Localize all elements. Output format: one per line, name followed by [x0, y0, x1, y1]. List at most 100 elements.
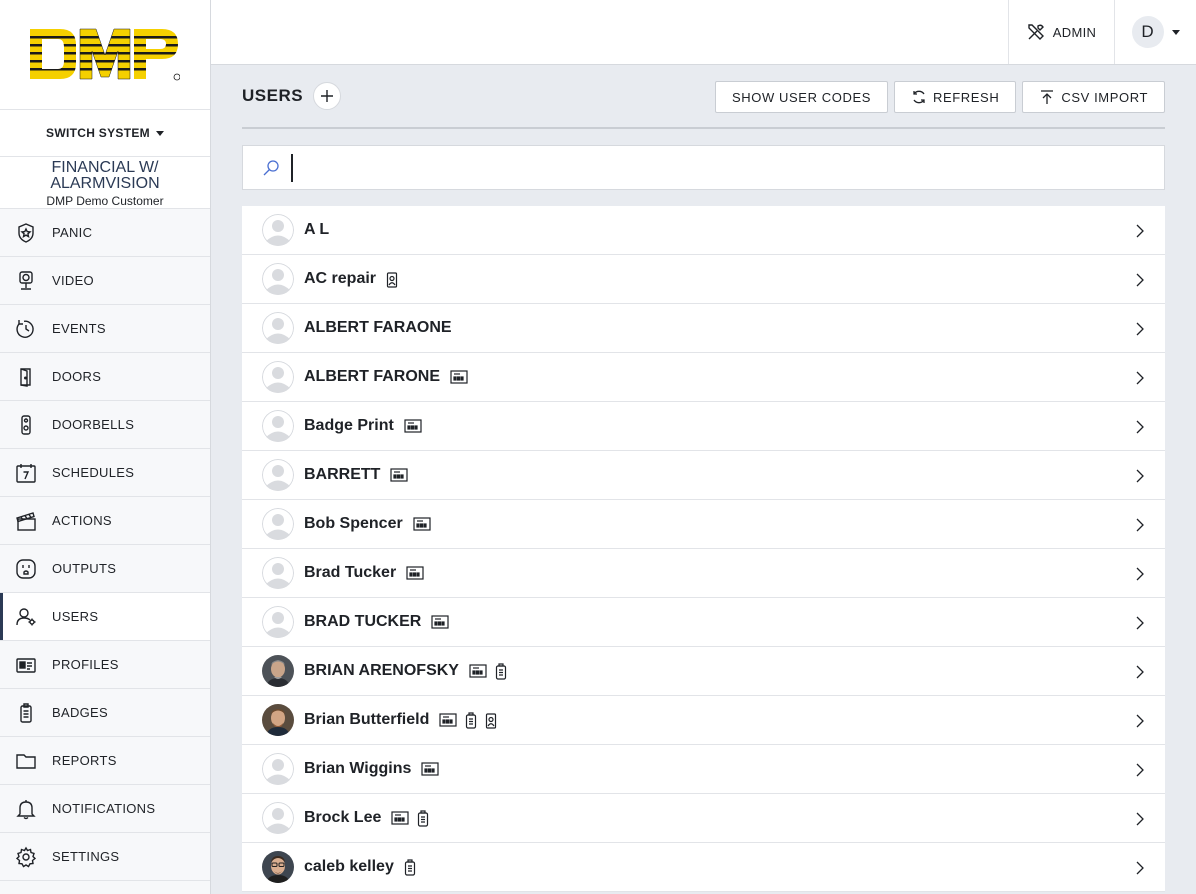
user-row[interactable]: Brock Lee: [242, 794, 1165, 843]
credential-icons: [404, 858, 416, 876]
search-input[interactable]: [291, 153, 1164, 182]
user-list: A L AC repair ALBERT FARAONE ALBERT FARONE B…: [242, 206, 1165, 892]
user-row[interactable]: ALBERT FARONE: [242, 353, 1165, 402]
calendar-icon: [14, 461, 38, 485]
caret-down-icon: [1171, 29, 1180, 35]
user-name: caleb kelley: [304, 858, 394, 875]
avatar-placeholder-icon: [262, 410, 294, 442]
users-icon: [14, 605, 38, 629]
fob-icon: [465, 711, 477, 729]
chevron-right-icon: [1135, 860, 1145, 881]
show-user-codes-button[interactable]: SHOW USER CODES: [714, 81, 888, 113]
credential-icons: [413, 517, 431, 531]
sidebar-item-video[interactable]: VIDEO: [0, 257, 210, 305]
user-row[interactable]: caleb kelley: [242, 843, 1165, 892]
fob-icon: [495, 662, 507, 680]
sidebar-item-outputs[interactable]: OUTPUTS: [0, 545, 210, 593]
csv-import-button[interactable]: CSV IMPORT: [1022, 81, 1165, 113]
plus-icon: [321, 90, 334, 102]
credential-icons: [406, 566, 424, 580]
chevron-right-icon: [1135, 615, 1145, 636]
refresh-icon: [913, 90, 925, 104]
card-icon: [413, 517, 431, 531]
user-row[interactable]: BRAD TUCKER: [242, 598, 1165, 647]
credential-icons: [404, 419, 422, 433]
sidebar-item-badges[interactable]: BADGES: [0, 689, 210, 737]
chevron-right-icon: [1135, 517, 1145, 538]
user-name: A L: [304, 221, 330, 238]
card-icon: [439, 713, 457, 727]
chevron-right-icon: [1135, 468, 1145, 489]
sidebar-item-actions[interactable]: ACTIONS: [0, 497, 210, 545]
door-icon: [14, 365, 38, 389]
sidebar-item-label: USERS: [52, 609, 99, 624]
user-name: AC repair: [304, 270, 377, 287]
id-badge-icon: [485, 712, 497, 729]
avatar-placeholder-icon: [262, 606, 294, 638]
add-user-button[interactable]: [313, 82, 342, 110]
user-row[interactable]: Badge Print: [242, 402, 1165, 451]
refresh-button[interactable]: REFRESH: [894, 81, 1017, 113]
chevron-right-icon: [1135, 370, 1145, 391]
user-menu[interactable]: D: [1114, 0, 1196, 64]
chevron-right-icon: [1135, 223, 1145, 244]
dmp-logo: [30, 28, 180, 81]
switch-system-button[interactable]: SWITCH SYSTEM: [0, 110, 210, 157]
user-row[interactable]: ALBERT FARAONE: [242, 304, 1165, 353]
credential-icons: [386, 271, 398, 288]
sidebar-item-users[interactable]: USERS: [0, 593, 210, 641]
sidebar-item-settings[interactable]: SETTINGS: [0, 833, 210, 881]
show-user-codes-label: SHOW USER CODES: [731, 89, 871, 105]
avatar-placeholder-icon: [262, 214, 294, 246]
sidebar-item-notifications[interactable]: NOTIFICATIONS: [0, 785, 210, 833]
sidebar-item-doorbells[interactable]: DOORBELLS: [0, 401, 210, 449]
chevron-right-icon: [1135, 664, 1145, 685]
profile-card-icon: [14, 653, 38, 677]
credential-icons: [431, 615, 449, 629]
user-photo: [262, 704, 294, 736]
sidebar-item-schedules[interactable]: SCHEDULES: [0, 449, 210, 497]
bell-icon: [14, 797, 38, 821]
admin-label: ADMIN: [1052, 24, 1097, 40]
user-row[interactable]: Bob Spencer: [242, 500, 1165, 549]
sidebar-item-events[interactable]: EVENTS: [0, 305, 210, 353]
logo-area[interactable]: [0, 0, 210, 110]
admin-button[interactable]: ADMIN: [1008, 0, 1114, 64]
sidebar-item-reports[interactable]: REPORTS: [0, 737, 210, 785]
user-row[interactable]: BARRETT: [242, 451, 1165, 500]
user-row[interactable]: A L: [242, 206, 1165, 255]
sidebar-item-panic[interactable]: PANIC: [0, 209, 210, 257]
user-row[interactable]: AC repair: [242, 255, 1165, 304]
outlet-icon: [14, 557, 38, 581]
card-icon: [391, 811, 409, 825]
user-row[interactable]: Brad Tucker: [242, 549, 1165, 598]
gear-icon: [14, 845, 38, 869]
sidebar-item-label: VIDEO: [52, 273, 94, 288]
credential-icons: [469, 662, 507, 680]
user-row[interactable]: BRIAN ARENOFSKY: [242, 647, 1165, 696]
chevron-right-icon: [1135, 419, 1145, 440]
user-name: BARRETT: [304, 466, 381, 483]
user-name: ALBERT FARONE: [304, 368, 440, 385]
upload-icon: [1041, 90, 1054, 104]
sidebar-item-doors[interactable]: DOORS: [0, 353, 210, 401]
chevron-right-icon: [1135, 713, 1145, 734]
card-icon: [390, 468, 409, 482]
credential-icons: [450, 370, 468, 384]
sidebar-item-label: OUTPUTS: [52, 561, 117, 576]
search-bar: [242, 145, 1165, 190]
sidebar-item-label: ACTIONS: [52, 513, 112, 528]
sidebar-nav: PANIC VIDEO EVENTS DOORS DOORBELLS SCHED…: [0, 209, 210, 881]
user-row[interactable]: Brian Wiggins: [242, 745, 1165, 794]
user-row[interactable]: Brian Butterfield: [242, 696, 1165, 745]
user-name: Brad Tucker: [304, 564, 397, 581]
sidebar-item-label: NOTIFICATIONS: [52, 801, 156, 816]
user-name: BRIAN ARENOFSKY: [304, 662, 459, 679]
credential-icons: [439, 711, 497, 729]
chevron-right-icon: [1135, 762, 1145, 783]
events-icon: [14, 317, 38, 341]
clapperboard-icon: [14, 509, 38, 533]
sidebar-item-label: PANIC: [52, 225, 93, 240]
sidebar-item-profiles[interactable]: PROFILES: [0, 641, 210, 689]
video-icon: [14, 269, 38, 293]
